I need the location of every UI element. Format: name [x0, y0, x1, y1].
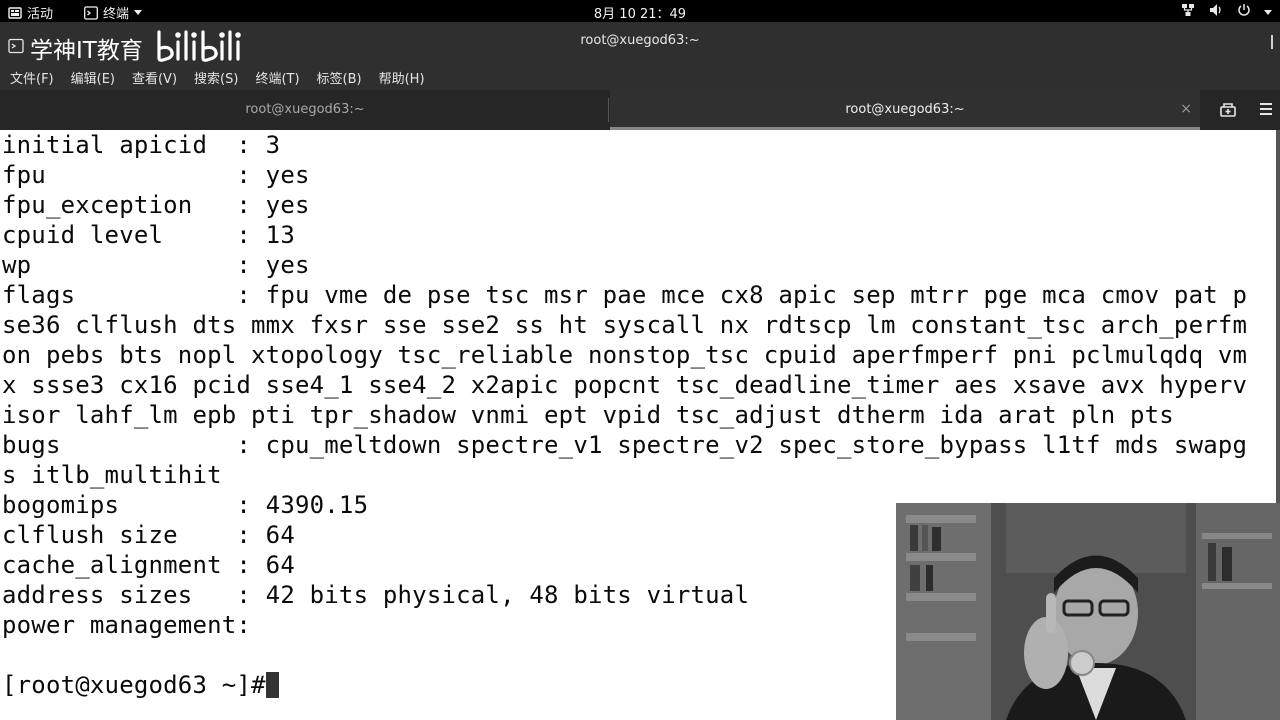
terminal-line: on pebs bts nopl xtopology tsc_reliable …: [2, 341, 1248, 369]
menu-edit[interactable]: 编辑(E): [71, 68, 115, 87]
terminal-line: x ssse3 cx16 pcid sse4_1 sse4_2 x2apic p…: [2, 371, 1248, 399]
new-tab-icon[interactable]: [1218, 100, 1238, 124]
caret-down-icon: [1264, 5, 1272, 20]
gnome-top-bar: 活动 终端 8月 10 21：49: [0, 0, 1280, 22]
tab-label: root@xuegod63:~: [845, 102, 965, 117]
menu-file[interactable]: 文件(F): [10, 68, 54, 87]
terminal-line: isor lahf_lm epb pti tpr_shadow vnmi ept…: [2, 401, 1174, 429]
terminal-line: fpu_exception : yes: [2, 191, 310, 219]
window-titlebar[interactable]: 学神IT教育 root@xuegod63:~: [0, 22, 1280, 64]
app-menu[interactable]: 终端: [84, 3, 143, 22]
power-icon: [1236, 2, 1252, 22]
app-menu-label: 终端: [103, 7, 130, 22]
terminal-line: se36 clflush dts mmx fxsr sse sse2 ss ht…: [2, 311, 1248, 339]
menu-terminal[interactable]: 终端(T): [255, 68, 299, 87]
tab-2-active[interactable]: root@xuegod63:~ ×: [610, 90, 1200, 130]
watermark-terminal-icon: [8, 38, 24, 58]
menu-view[interactable]: 查看(V): [132, 68, 177, 87]
close-tab-icon[interactable]: ×: [1180, 101, 1192, 117]
shell-prompt: [root@xuegod63 ~]#: [2, 671, 266, 699]
bilibili-logo-icon: [153, 28, 249, 68]
terminal-line: cpuid level : 13: [2, 221, 295, 249]
terminal-line: initial apicid : 3: [2, 131, 281, 159]
presenter-webcam-image: [896, 503, 1280, 720]
menu-search[interactable]: 搜索(S): [194, 68, 238, 87]
watermark: 学神IT教育: [8, 28, 249, 68]
caret-down-icon: [134, 5, 143, 20]
terminal-line: flags : fpu vme de pse tsc msr pae mce c…: [2, 281, 1248, 309]
window-control-icon[interactable]: [1268, 34, 1276, 54]
hamburger-menu-icon[interactable]: [1260, 99, 1272, 123]
menu-help[interactable]: 帮助(H): [379, 68, 425, 87]
tab-1[interactable]: root@xuegod63:~: [0, 90, 610, 130]
presenter-webcam-video: [896, 503, 1280, 720]
terminal-line: wp : yes: [2, 251, 310, 279]
terminal-line: fpu : yes: [2, 161, 310, 189]
terminal-line: bugs : cpu_meltdown spectre_v1 spectre_v…: [2, 431, 1248, 459]
volume-icon: [1208, 2, 1224, 22]
terminal-icon: [84, 5, 98, 20]
window-title: root@xuegod63:~: [580, 33, 700, 48]
terminal-line: s itlb_multihit: [2, 461, 222, 489]
activities-icon: [8, 6, 22, 20]
menu-bar: 文件(F) 编辑(E) 查看(V) 搜索(S) 终端(T) 标签(B) 帮助(H…: [0, 64, 1280, 90]
menu-tabs[interactable]: 标签(B): [317, 68, 362, 87]
tab-label: root@xuegod63:~: [245, 102, 365, 117]
tab-divider: [608, 98, 609, 122]
tab-bar: root@xuegod63:~ root@xuegod63:~ ×: [0, 90, 1280, 130]
network-icon: [1180, 2, 1196, 22]
system-tray[interactable]: [1180, 2, 1272, 22]
activities-label: 活动: [27, 7, 54, 22]
clock[interactable]: 8月 10 21：49: [594, 7, 686, 22]
watermark-text: 学神IT教育: [30, 38, 143, 64]
activities-button[interactable]: 活动: [8, 3, 53, 22]
terminal-cursor: [265, 672, 279, 698]
